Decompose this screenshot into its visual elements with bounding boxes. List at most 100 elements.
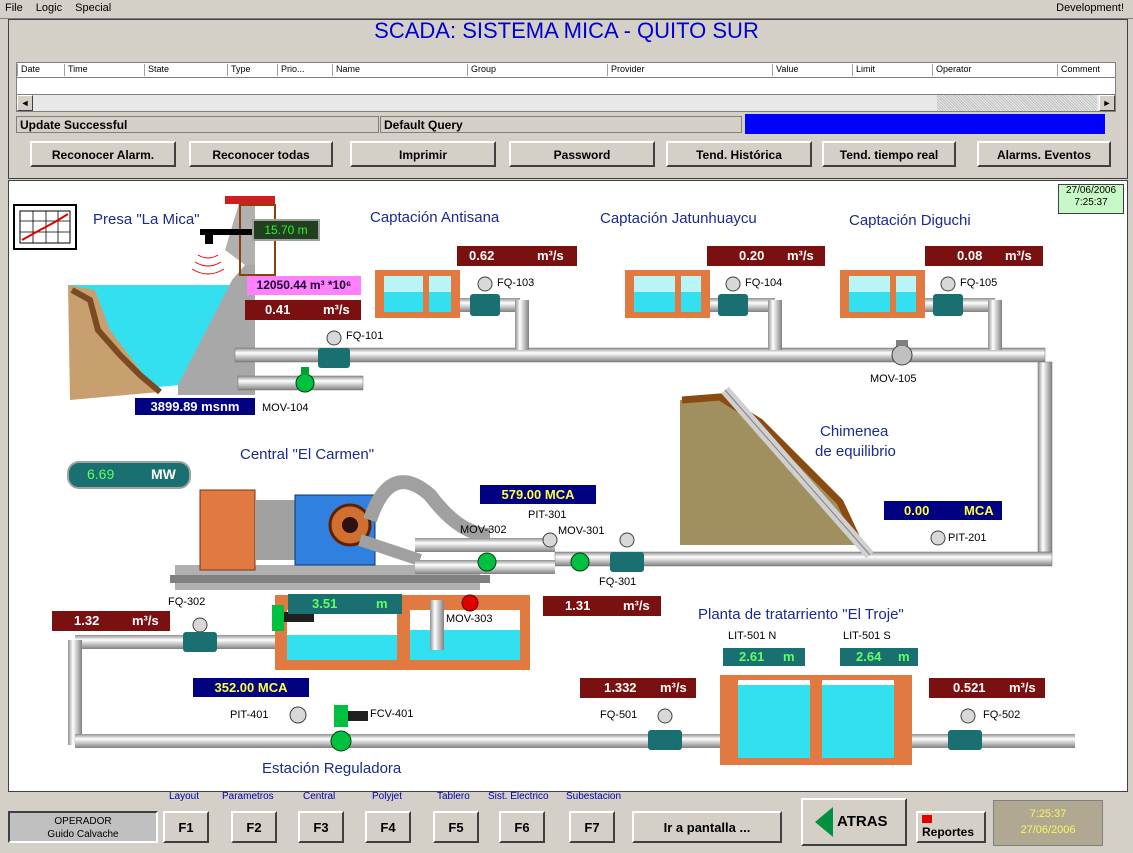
password-button[interactable]: Password: [509, 141, 655, 167]
scroll-right-icon[interactable]: ►: [1099, 95, 1115, 111]
f4-polyjet-button[interactable]: F4: [365, 811, 411, 843]
col-value[interactable]: Value: [772, 64, 798, 76]
reports-button-label: Reportes: [922, 825, 975, 839]
menu-bar: File Logic Special Development!: [0, 0, 1133, 19]
col-time[interactable]: Time: [64, 64, 88, 76]
menu-logic[interactable]: Logic: [31, 0, 67, 16]
gauge-fq105-icon[interactable]: [940, 276, 956, 292]
col-operator[interactable]: Operator: [932, 64, 972, 76]
gauge-fq103-icon[interactable]: [477, 276, 493, 292]
tag-fq501: FQ-501: [600, 709, 638, 721]
flow-value-fq103: 0.62: [469, 248, 495, 263]
system-clock: 7:25:37 27/06/2006: [993, 800, 1103, 846]
col-date[interactable]: Date: [17, 64, 40, 76]
print-button[interactable]: Imprimir: [350, 141, 496, 167]
altitude-display: 3899.89 msnm: [135, 398, 255, 415]
flow-display-fq104: 0.20 m³/s: [707, 246, 825, 266]
historical-trend-button[interactable]: Tend. Histórica: [666, 141, 812, 167]
flow-meter-fq501[interactable]: [648, 708, 682, 750]
valve-mov104[interactable]: [295, 367, 315, 393]
menu-special[interactable]: Special: [70, 0, 116, 16]
fkey-label-layout: Layout: [169, 791, 200, 802]
col-provider[interactable]: Provider: [607, 64, 645, 76]
process-date: 27/06/2006: [1065, 185, 1117, 196]
col-limit[interactable]: Limit: [852, 64, 875, 76]
valve-mov302[interactable]: [477, 552, 497, 572]
scroll-track[interactable]: [937, 95, 1097, 111]
fkey-label-parametros: Parametros: [222, 791, 274, 802]
valve-mov301[interactable]: [570, 552, 590, 572]
col-type[interactable]: Type: [227, 64, 251, 76]
flow-meter-fq302[interactable]: [183, 617, 217, 652]
bottom-toolbar: OPERADOR Guido Calvache Layout F1 Parame…: [0, 791, 1133, 853]
valve-mov105[interactable]: [891, 340, 913, 366]
flow-value-fq105: 0.08: [957, 248, 983, 263]
tag-fq301: FQ-301: [599, 576, 637, 588]
f1-layout-button[interactable]: F1: [163, 811, 209, 843]
back-button[interactable]: ATRAS: [801, 798, 907, 846]
tag-mov303: MOV-303: [446, 613, 493, 625]
clock-date: 27/06/2006: [1020, 824, 1076, 836]
progress-bar: [745, 114, 1105, 134]
scroll-left-icon[interactable]: ◄: [17, 95, 33, 111]
tag-lit501s: LIT-501 S: [843, 630, 891, 642]
col-group[interactable]: Group: [467, 64, 496, 76]
level-value-lit501n: 2.61: [739, 649, 765, 664]
clock-time: 7:25:37: [1029, 808, 1067, 820]
flow-unit-fq302: m³/s: [132, 613, 159, 628]
menu-development[interactable]: Development!: [1051, 0, 1129, 16]
power-unit: MW: [151, 466, 176, 482]
flow-display-fq103: 0.62 m³/s: [457, 246, 577, 266]
flow-unit-presa: m³/s: [323, 302, 350, 317]
acknowledge-all-button[interactable]: Reconocer todas: [189, 141, 333, 167]
flow-meter-fq502[interactable]: [948, 708, 982, 750]
level-display-lit501s: 2.64 m: [840, 648, 918, 666]
pressure-value-pit201: 0.00: [904, 503, 930, 518]
tank-level-value: 3.51: [312, 596, 338, 611]
level-display-lit501n: 2.61 m: [723, 648, 805, 666]
process-time: 7:25:37: [1074, 197, 1108, 208]
f6-sist-electrico-button[interactable]: F6: [499, 811, 545, 843]
tag-mov302: MOV-302: [460, 524, 507, 536]
gauge-pit201-icon[interactable]: [930, 530, 946, 546]
valve-mov303[interactable]: [461, 594, 479, 612]
query-status: Default Query: [380, 116, 742, 133]
f3-central-button[interactable]: F3: [298, 811, 344, 843]
flow-unit-fq103: m³/s: [537, 248, 564, 263]
flow-value-presa: 0.41: [265, 302, 291, 317]
col-prio[interactable]: Prio...: [277, 64, 305, 76]
gauge-pit401-icon[interactable]: [289, 706, 307, 724]
flow-unit-fq301: m³/s: [623, 598, 650, 613]
flow-display-fq301: 1.31 m³/s: [543, 596, 661, 616]
gauge-fq104-icon[interactable]: [725, 276, 741, 292]
menu-file[interactable]: File: [0, 0, 28, 16]
label-diguchi: Captación Diguchi: [849, 212, 971, 229]
tank-level-display: 3.51 m: [288, 594, 402, 614]
label-antisana: Captación Antisana: [370, 209, 500, 226]
f2-parametros-button[interactable]: F2: [231, 811, 277, 843]
col-state[interactable]: State: [144, 64, 169, 76]
f7-subestacion-button[interactable]: F7: [569, 811, 615, 843]
tag-fq105: FQ-105: [960, 277, 998, 289]
f5-tablero-button[interactable]: F5: [433, 811, 479, 843]
tag-lit501n: LIT-501 N: [728, 630, 777, 642]
flow-display-fq302: 1.32 m³/s: [52, 611, 170, 631]
alarms-events-button[interactable]: Alarms. Eventos: [977, 141, 1111, 167]
flow-unit-fq104: m³/s: [787, 248, 814, 263]
trend-chart-icon[interactable]: [13, 204, 77, 250]
realtime-trend-button[interactable]: Tend. tiempo real: [822, 141, 956, 167]
acknowledge-alarm-button[interactable]: Reconocer Alarm.: [30, 141, 176, 167]
reports-button[interactable]: Reportes: [916, 811, 986, 843]
flow-display-fq105: 0.08 m³/s: [925, 246, 1043, 266]
col-comment[interactable]: Comment: [1057, 64, 1100, 76]
presa-level-display: 15.70 m: [252, 219, 320, 241]
goto-screen-button[interactable]: Ir a pantalla ...: [632, 811, 782, 843]
gauge-pit301-icon[interactable]: [542, 532, 558, 548]
tag-mov105: MOV-105: [870, 373, 917, 385]
alarm-list[interactable]: [16, 77, 1116, 95]
alarm-list-scrollbar[interactable]: ◄ ►: [16, 94, 1116, 112]
flow-value-fq302: 1.32: [74, 613, 100, 628]
flow-meter-fq301[interactable]: [610, 532, 644, 572]
col-name[interactable]: Name: [332, 64, 360, 76]
operator-name: Guido Calvache: [47, 829, 119, 840]
